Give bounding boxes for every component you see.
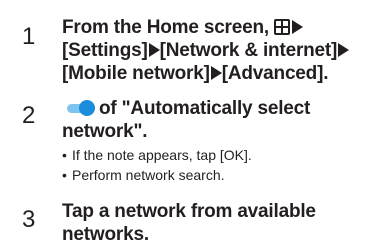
- step-number: 2: [22, 102, 36, 129]
- step-2-body: of "Automatically select network". If th…: [62, 97, 367, 185]
- step-1-line-2: [Settings] [Network & internet]: [62, 39, 367, 62]
- right-arrow-icon: [148, 43, 160, 57]
- step-1-text-prefix: From the Home screen,: [62, 17, 269, 38]
- step-3-body: Tap a network from available networks.: [62, 200, 367, 246]
- step-2-text-cont: network".: [62, 121, 148, 142]
- toggle-switch-on-icon: [65, 100, 95, 116]
- step-2-text: of "Automatically select: [99, 98, 311, 119]
- step-1-line-3: [Mobile network] [Advanced].: [62, 62, 367, 85]
- right-arrow-icon: [338, 43, 350, 57]
- apps-grid-icon: [274, 19, 291, 35]
- step-1-network-internet: [Network & internet]: [159, 40, 338, 61]
- right-arrow-icon: [292, 20, 304, 34]
- right-arrow-icon: [210, 66, 222, 80]
- procedure-steps: 1 From the Home screen, [Settings] [Netwo…: [0, 0, 375, 251]
- step-3-line-1: Tap a network from available: [62, 201, 316, 222]
- step-1-mobile-network: [Mobile network]: [62, 63, 210, 84]
- step-1-advanced: [Advanced].: [221, 63, 329, 84]
- step-2-line-1: of "Automatically select: [62, 97, 367, 120]
- step-number: 3: [22, 206, 36, 233]
- step-3-line-2: networks.: [62, 224, 149, 245]
- step-number: 1: [22, 23, 36, 50]
- step-2-notes: If the note appears, tap [OK]. Perform n…: [62, 145, 367, 185]
- step-2-line-2: network".: [62, 120, 367, 143]
- toggle-knob: [79, 100, 95, 116]
- note-item: If the note appears, tap [OK].: [62, 145, 367, 165]
- step-1-settings: [Settings]: [62, 40, 148, 61]
- step-1-line-1: From the Home screen,: [62, 16, 367, 39]
- note-item: Perform network search.: [62, 165, 367, 185]
- step-1-body: From the Home screen, [Settings] [Network…: [62, 16, 367, 85]
